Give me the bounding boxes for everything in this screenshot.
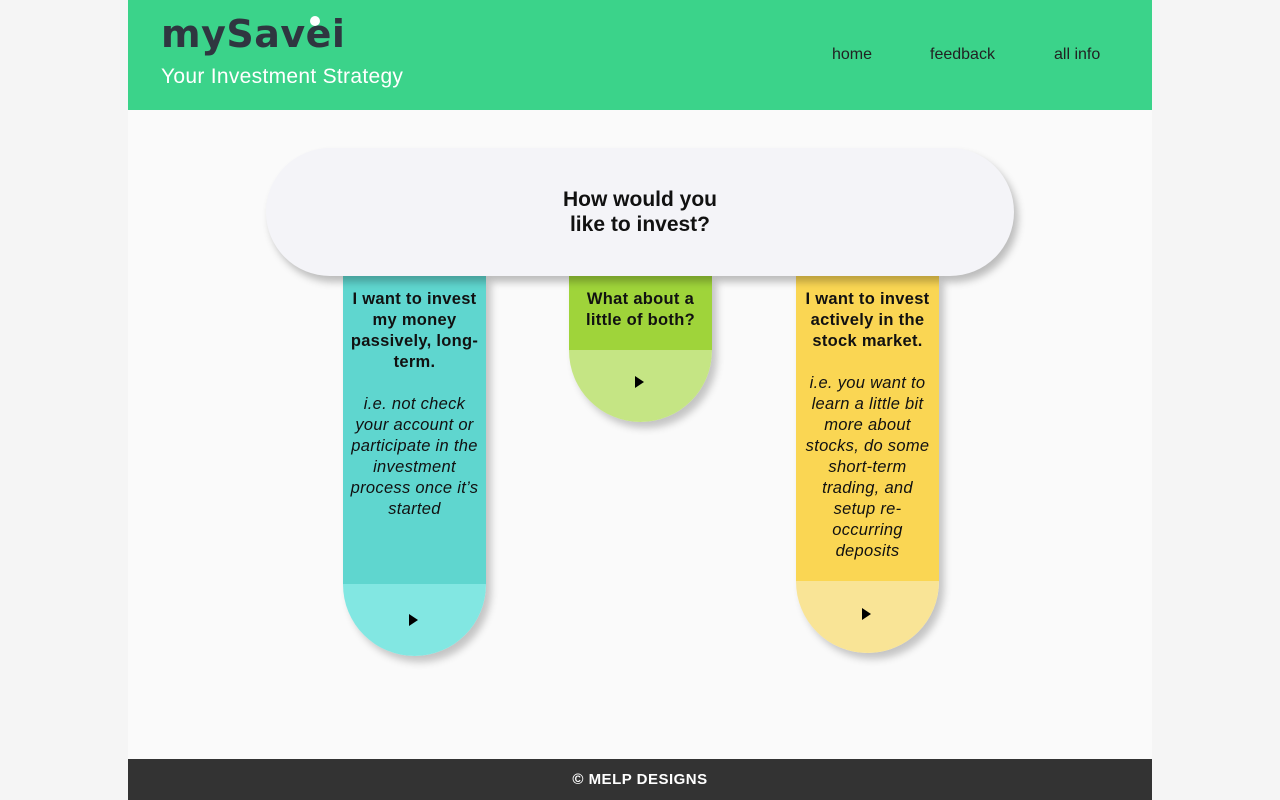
option-passive-title: I want to invest my money passively, lon… xyxy=(350,290,479,371)
option-active-title: I want to invest actively in the stock m… xyxy=(805,290,930,350)
option-both-button[interactable] xyxy=(569,350,712,422)
option-both-body: What about a little of both? xyxy=(569,276,712,350)
nav-feedback-link[interactable]: feedback xyxy=(930,46,995,64)
footer-copyright: © MELP DESIGNS xyxy=(572,771,708,788)
option-active-body: I want to invest actively in the stock m… xyxy=(796,276,939,581)
option-active-card[interactable]: I want to invest actively in the stock m… xyxy=(796,276,939,653)
option-passive-description: i.e. not check your account or participa… xyxy=(350,395,479,518)
nav-all-info-link[interactable]: all info xyxy=(1054,46,1100,64)
play-icon xyxy=(409,614,418,626)
option-passive-button[interactable] xyxy=(343,584,486,656)
page: mySavei Your Investment Strategy home fe… xyxy=(128,0,1152,800)
header: mySavei Your Investment Strategy home fe… xyxy=(128,0,1152,110)
question-banner: How would you like to invest? xyxy=(266,148,1014,276)
question-text: How would you like to invest? xyxy=(540,187,740,237)
option-both-card[interactable]: What about a little of both? xyxy=(569,276,712,422)
option-active-description: i.e. you want to learn a little bit more… xyxy=(805,374,930,560)
play-icon xyxy=(635,376,644,388)
tagline: Your Investment Strategy xyxy=(161,65,404,88)
option-passive-card[interactable]: I want to invest my money passively, lon… xyxy=(343,276,486,656)
question-line-2: like to invest? xyxy=(569,213,711,236)
option-passive-body: I want to invest my money passively, lon… xyxy=(343,276,486,584)
option-active-button[interactable] xyxy=(796,581,939,653)
footer: © MELP DESIGNS xyxy=(128,759,1152,800)
logo-dot-icon xyxy=(310,16,320,26)
option-both-title: What about a little of both? xyxy=(586,290,695,329)
nav-home-link[interactable]: home xyxy=(832,46,872,64)
question-line-1: How would you xyxy=(563,188,717,211)
play-icon xyxy=(862,608,871,620)
